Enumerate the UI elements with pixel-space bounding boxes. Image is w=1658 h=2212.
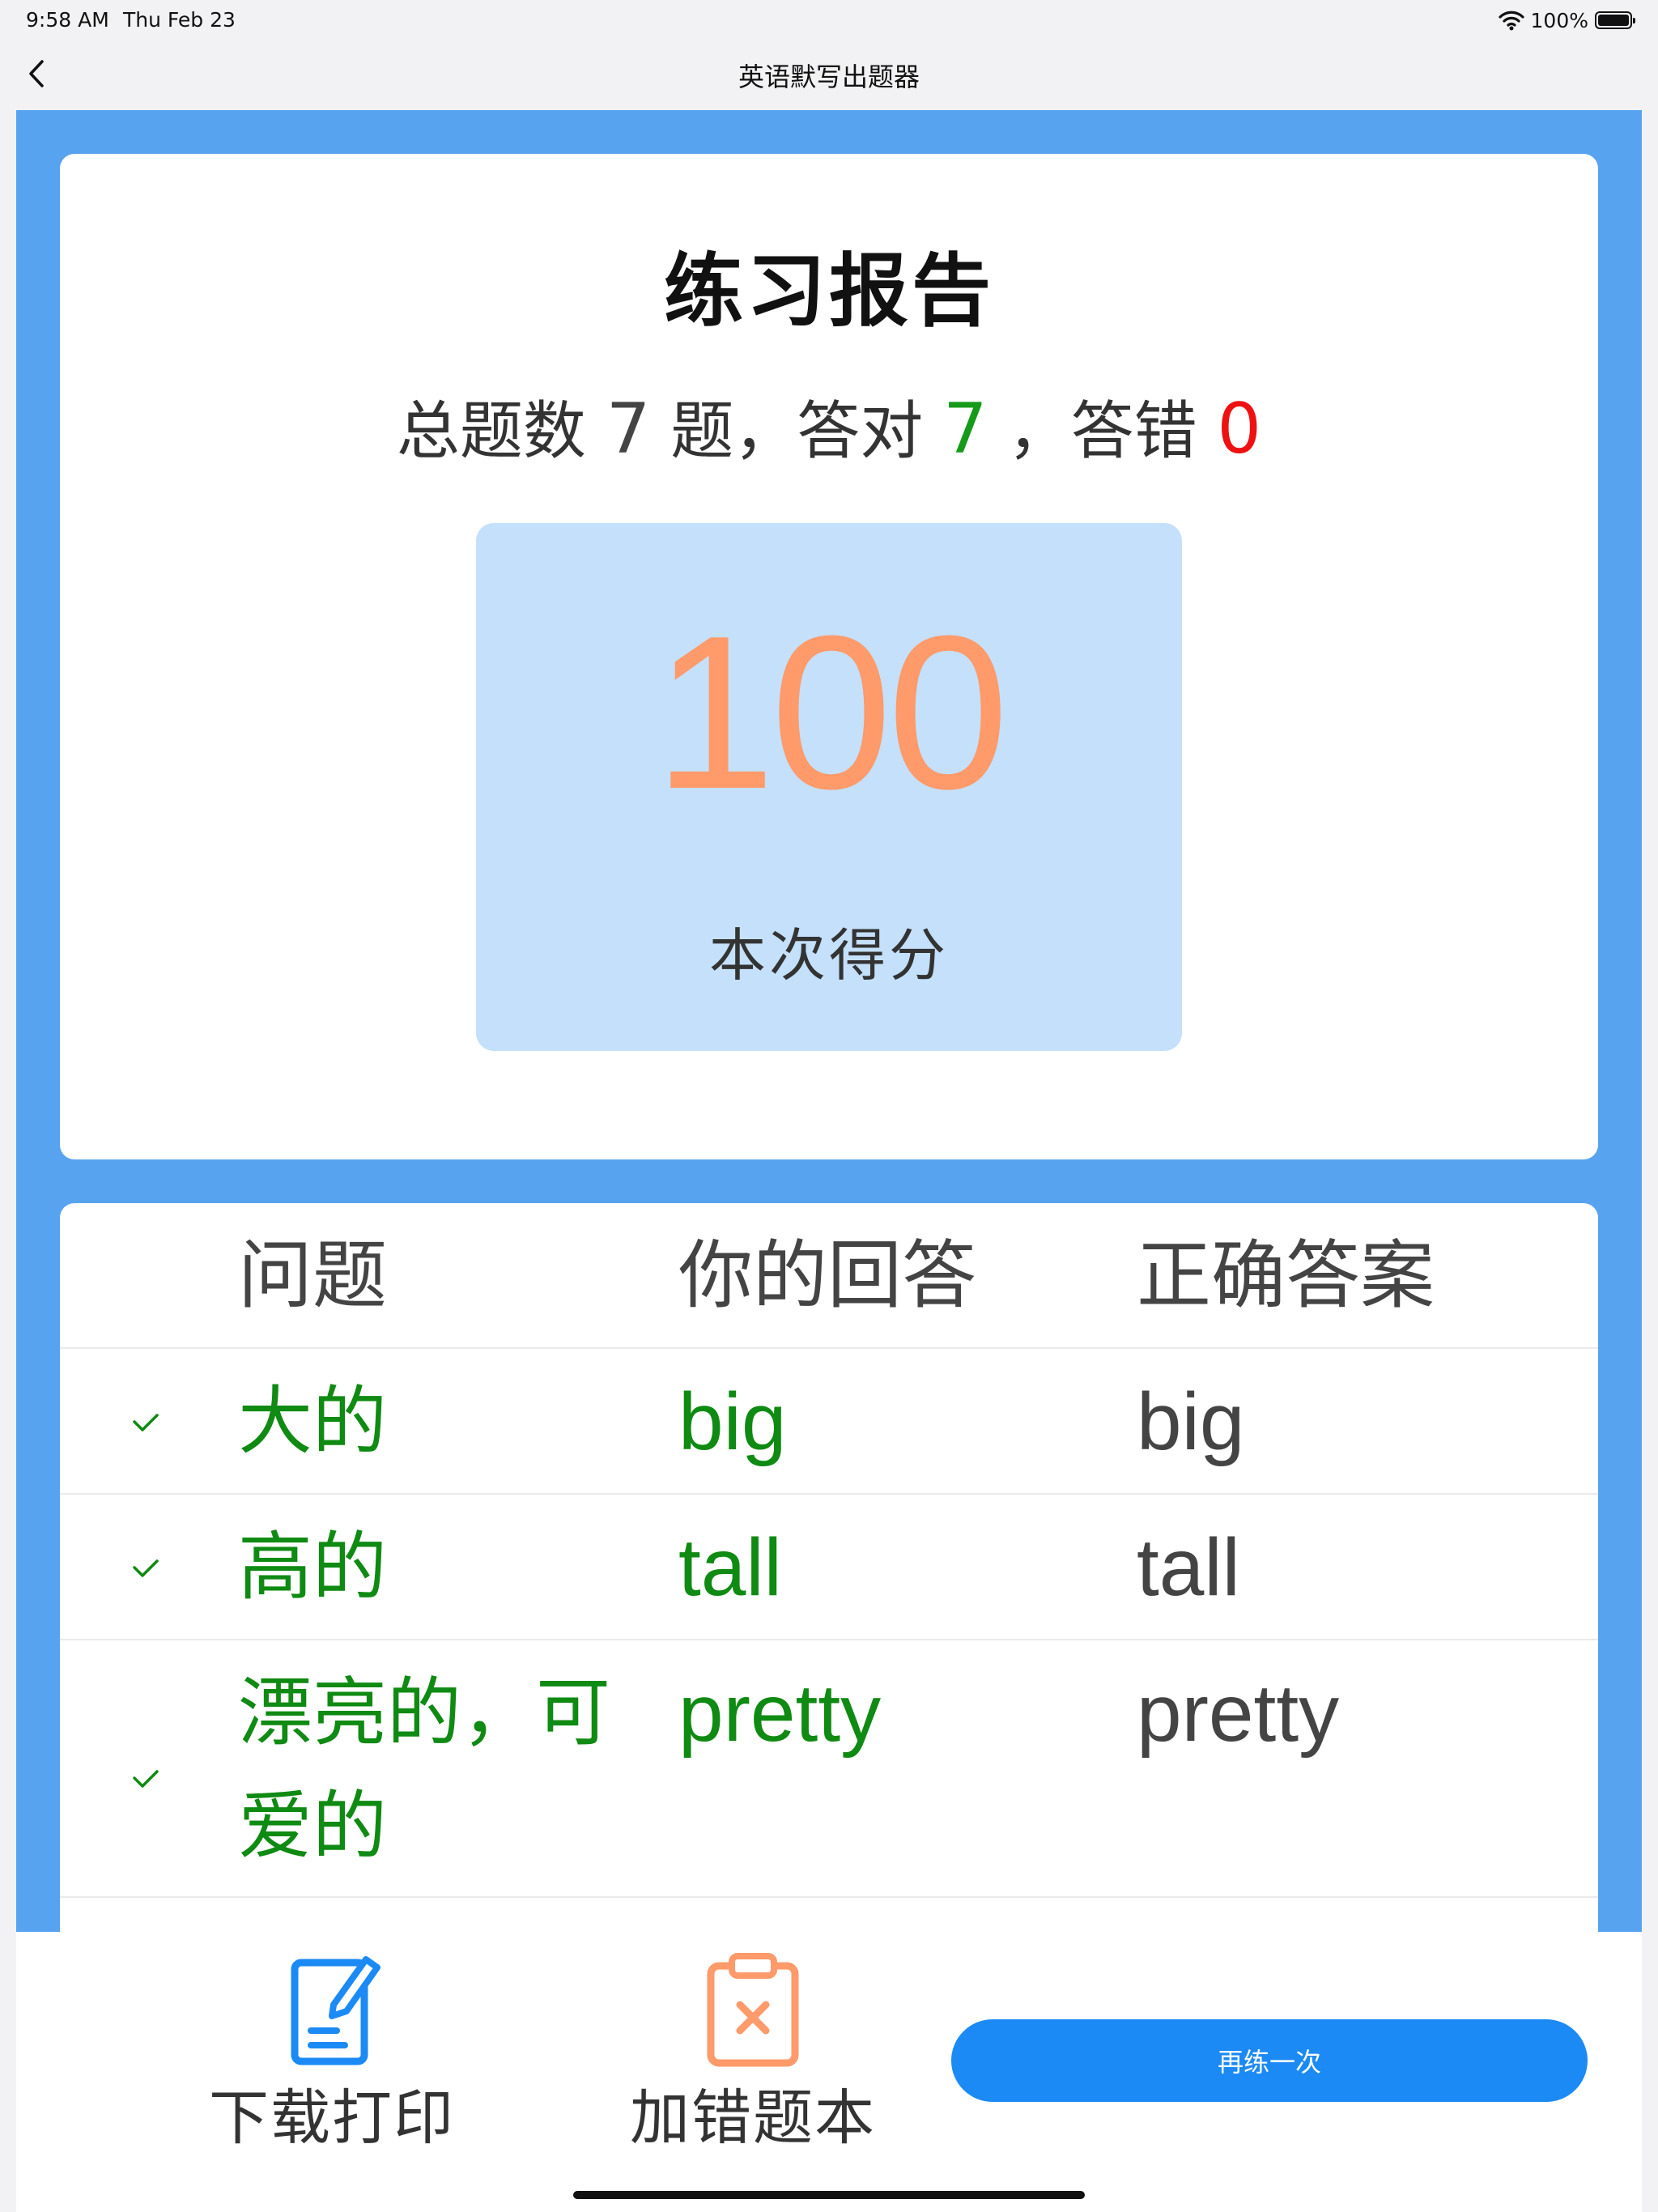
download-print-label: 下载打印 bbox=[209, 2083, 455, 2153]
check-icon bbox=[133, 1770, 159, 1788]
row-your-answer: pretty bbox=[678, 1668, 882, 1759]
header-question: 问题 bbox=[238, 1232, 388, 1319]
nav-title: 英语默写出题器 bbox=[738, 62, 920, 92]
home-indicator bbox=[573, 2191, 1085, 2199]
report-title: 练习报告 bbox=[663, 245, 994, 338]
row-your-answer: tall bbox=[678, 1522, 782, 1613]
summary-total-suffix: 题，答对 bbox=[670, 395, 924, 468]
score-label: 本次得分 bbox=[709, 922, 949, 989]
status-indicators: 100% bbox=[1498, 6, 1635, 34]
summary-separator: ，答错 bbox=[1007, 395, 1197, 468]
add-mistake-book-label: 加错题本 bbox=[630, 2083, 876, 2153]
row-question: 漂亮的，可爱的 bbox=[238, 1670, 611, 1870]
retry-button[interactable]: 再练一次 bbox=[951, 2019, 1588, 2102]
table-row: 高的 tall tall bbox=[60, 1495, 1598, 1640]
table-row: 漂亮的，可爱的 pretty pretty bbox=[60, 1640, 1598, 1898]
report-card: 练习报告 总题数 7 题，答对 7 ，答错 0 100 本次得分 bbox=[60, 154, 1598, 1159]
document-edit-icon bbox=[291, 1956, 380, 2065]
wifi-icon bbox=[1498, 11, 1524, 31]
row-question: 高的 bbox=[238, 1524, 388, 1610]
total-count: 7 bbox=[606, 389, 651, 470]
row-correct-answer: tall bbox=[1137, 1522, 1240, 1613]
row-correct-answer: big bbox=[1137, 1376, 1245, 1467]
status-time: 9:58 AM bbox=[26, 8, 109, 32]
header-correct-answer: 正确答案 bbox=[1137, 1232, 1435, 1319]
download-print-button[interactable]: 下载打印 bbox=[162, 1948, 502, 2156]
header-your-answer: 你的回答 bbox=[678, 1232, 977, 1319]
battery-icon bbox=[1595, 11, 1635, 29]
status-date: Thu Feb 23 bbox=[123, 8, 236, 32]
summary-line: 总题数 7 题，答对 7 ，答错 0 bbox=[60, 381, 1598, 471]
score-value: 100 bbox=[653, 591, 1009, 835]
summary-total-prefix: 总题数 bbox=[396, 395, 586, 468]
row-correct-answer: pretty bbox=[1137, 1668, 1340, 1759]
battery-percent: 100% bbox=[1530, 8, 1588, 32]
add-mistake-book-button[interactable]: 加错题本 bbox=[583, 1948, 923, 2156]
clipboard-x-icon bbox=[707, 1953, 799, 2067]
status-bar: 9:58 AM Thu Feb 23 100% bbox=[0, 0, 1658, 39]
correct-count: 7 bbox=[943, 389, 988, 470]
table-row: 大的 big big bbox=[60, 1349, 1598, 1495]
bottom-action-bar: 下载打印 加错题本 再练一次 bbox=[16, 1932, 1642, 2212]
results-table: 问题 你的回答 正确答案 大的 big big 高的 tall tall 漂亮的… bbox=[60, 1203, 1598, 1932]
check-icon bbox=[133, 1559, 159, 1577]
table-header: 问题 你的回答 正确答案 bbox=[60, 1219, 1598, 1349]
navigation-bar: 英语默写出题器 bbox=[0, 39, 1658, 110]
row-your-answer: big bbox=[678, 1376, 787, 1467]
score-box: 100 本次得分 bbox=[476, 523, 1182, 1051]
row-question: 大的 bbox=[238, 1378, 388, 1465]
check-icon bbox=[133, 1414, 159, 1431]
wrong-count: 0 bbox=[1217, 389, 1262, 470]
